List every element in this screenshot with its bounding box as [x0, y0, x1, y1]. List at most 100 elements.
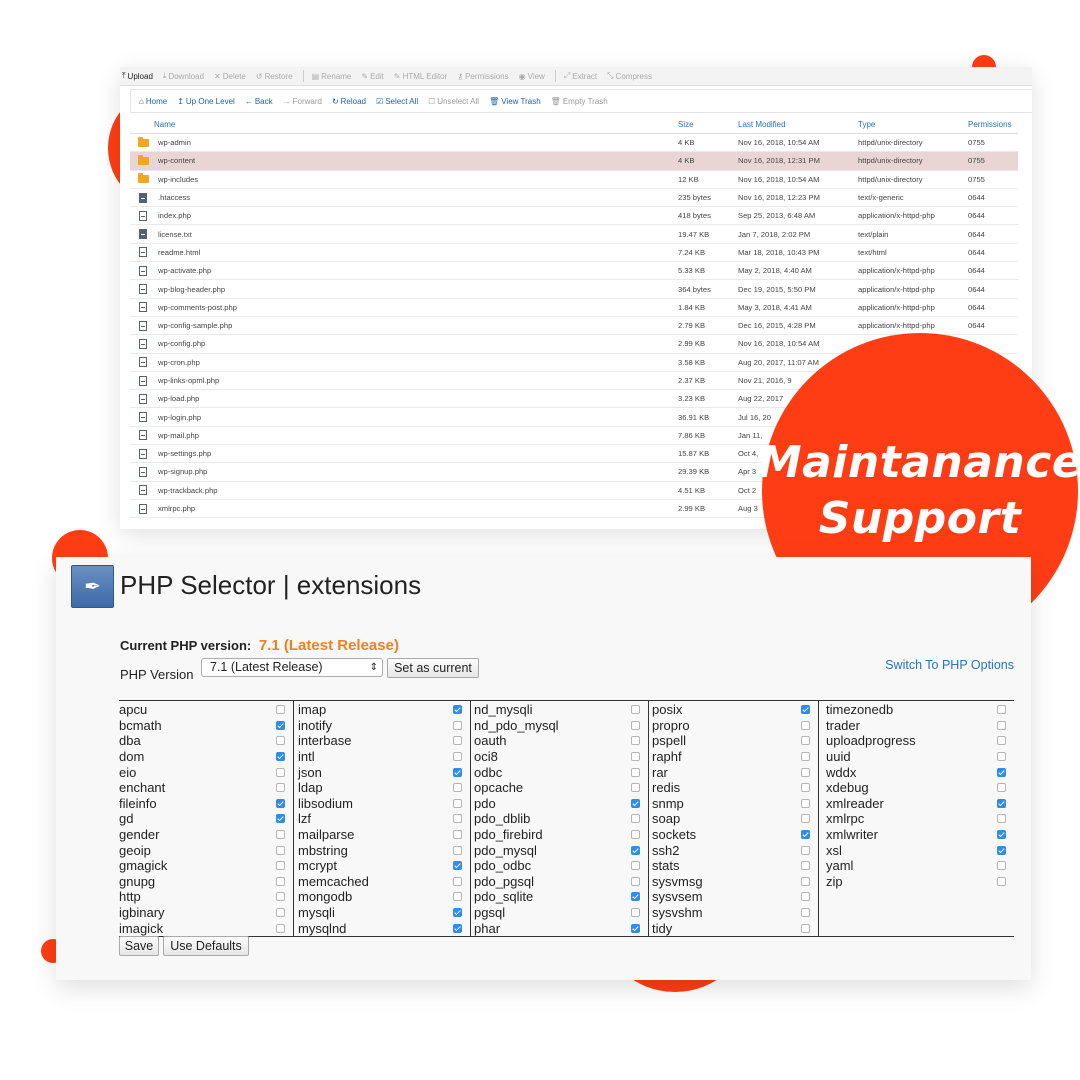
nav-unselect-all-button[interactable]: ☐ Unselect All [428, 97, 479, 106]
extension-checkbox[interactable] [453, 798, 462, 808]
file-row[interactable]: readme.html 7.24 KB Mar 18, 2018, 10:43 PM… [130, 244, 1018, 263]
extension-checkbox[interactable] [801, 767, 810, 777]
nav-up-one-level-button[interactable]: ↥ Up One Level [177, 97, 235, 106]
file-row[interactable]: wp-config-sample.php 2.79 KB Dec 16, 2015,… [130, 317, 1018, 336]
extension-checkbox[interactable] [453, 767, 462, 777]
toolbar-edit-button[interactable]: ✎ Edit [361, 72, 384, 81]
extension-checkbox[interactable] [453, 705, 462, 715]
file-row[interactable]: index.php 418 bytes Sep 25, 2013, 6:48 AM a… [130, 207, 1018, 226]
extension-checkbox[interactable] [276, 923, 285, 933]
extension-checkbox[interactable] [801, 736, 810, 746]
extension-checkbox[interactable] [997, 767, 1006, 777]
nav-view-trash-button[interactable]: 🗑 View Trash [489, 97, 541, 106]
file-row[interactable]: license.txt 19.47 KB Jan 7, 2018, 2:02 PM t… [130, 225, 1018, 244]
file-row[interactable]: wp-includes 12 KB Nov 16, 2018, 10:54 AM ht… [130, 171, 1018, 189]
file-row[interactable]: wp-content 4 KB Nov 16, 2018, 12:31 PM http… [130, 152, 1018, 171]
extension-checkbox[interactable] [997, 814, 1006, 824]
php-version-select[interactable]: 7.1 (Latest Release) ⇕ [201, 658, 383, 677]
use-defaults-button[interactable]: Use Defaults [163, 936, 249, 956]
extension-checkbox[interactable] [997, 783, 1006, 793]
extension-checkbox[interactable] [997, 861, 1006, 871]
extension-checkbox[interactable] [997, 845, 1006, 855]
extension-checkbox[interactable] [997, 876, 1006, 886]
save-button[interactable]: Save [119, 936, 159, 956]
extension-checkbox[interactable] [997, 830, 1006, 840]
extension-checkbox[interactable] [276, 720, 285, 730]
extension-checkbox[interactable] [997, 798, 1006, 808]
nav-empty-trash-button[interactable]: 🗑 Empty Trash [551, 97, 608, 106]
extension-checkbox[interactable] [801, 814, 810, 824]
extension-checkbox[interactable] [997, 736, 1006, 746]
extension-checkbox[interactable] [801, 705, 810, 715]
nav-forward-button[interactable]: → Forward [283, 97, 322, 106]
extension-checkbox[interactable] [276, 783, 285, 793]
extension-checkbox[interactable] [276, 861, 285, 871]
extension-checkbox[interactable] [801, 752, 810, 762]
toolbar-download-button[interactable]: ⤓ Download [163, 71, 204, 81]
file-row[interactable]: wp-comments-post.php 1.84 KB May 3, 2018, … [130, 299, 1018, 317]
extension-checkbox[interactable] [997, 720, 1006, 730]
file-row[interactable]: wp-activate.php 5.33 KB May 2, 2018, 4:40 … [130, 262, 1018, 281]
extension-checkbox[interactable] [276, 876, 285, 886]
nav-select-all-button[interactable]: ☑ Select All [376, 97, 418, 106]
extension-checkbox[interactable] [276, 845, 285, 855]
column-header-permissions[interactable]: Permissions [968, 120, 1018, 129]
toolbar-html-editor-button[interactable]: ✎ HTML Editor [394, 72, 447, 81]
extension-checkbox[interactable] [997, 752, 1006, 762]
toolbar-permissions-button[interactable]: ⚷ Permissions [457, 72, 508, 81]
extension-checkbox[interactable] [801, 720, 810, 730]
extension-checkbox[interactable] [631, 908, 640, 918]
extension-checkbox[interactable] [453, 720, 462, 730]
extension-checkbox[interactable] [801, 923, 810, 933]
nav-reload-button[interactable]: ↻ Reload [332, 97, 366, 106]
extension-checkbox[interactable] [453, 845, 462, 855]
extension-checkbox[interactable] [631, 892, 640, 902]
toolbar-compress-button[interactable]: ⤡ Compress [607, 71, 652, 81]
extension-checkbox[interactable] [631, 861, 640, 871]
extension-checkbox[interactable] [631, 923, 640, 933]
extension-checkbox[interactable] [631, 752, 640, 762]
extension-checkbox[interactable] [631, 830, 640, 840]
extension-checkbox[interactable] [801, 861, 810, 871]
extension-checkbox[interactable] [453, 861, 462, 871]
extension-checkbox[interactable] [276, 798, 285, 808]
toolbar-restore-button[interactable]: ↺ Restore [256, 72, 293, 81]
extension-checkbox[interactable] [276, 892, 285, 902]
toolbar-view-button[interactable]: ◉ View [519, 72, 545, 81]
extension-checkbox[interactable] [453, 814, 462, 824]
extension-checkbox[interactable] [801, 892, 810, 902]
extension-checkbox[interactable] [453, 876, 462, 886]
extension-checkbox[interactable] [276, 752, 285, 762]
file-row[interactable]: .htaccess 235 bytes Nov 16, 2018, 12:23 PM… [130, 189, 1018, 208]
extension-checkbox[interactable] [453, 752, 462, 762]
extension-checkbox[interactable] [631, 705, 640, 715]
extension-checkbox[interactable] [276, 767, 285, 777]
column-header-type[interactable]: Type [858, 120, 968, 129]
column-header-size[interactable]: Size [678, 120, 738, 129]
extension-checkbox[interactable] [631, 736, 640, 746]
extension-checkbox[interactable] [276, 908, 285, 918]
extension-checkbox[interactable] [453, 830, 462, 840]
column-header-last-modified[interactable]: Last Modified [738, 120, 858, 129]
extension-checkbox[interactable] [631, 798, 640, 808]
column-header-name[interactable]: Name [130, 120, 678, 129]
toolbar-upload-button[interactable]: ⤒ Upload [122, 71, 153, 81]
extension-checkbox[interactable] [631, 720, 640, 730]
extension-checkbox[interactable] [801, 783, 810, 793]
file-row[interactable]: wp-admin 4 KB Nov 16, 2018, 10:54 AM httpd/… [130, 134, 1018, 153]
file-row[interactable]: wp-blog-header.php 364 bytes Dec 19, 2015,… [130, 280, 1018, 299]
extension-checkbox[interactable] [997, 705, 1006, 715]
extension-checkbox[interactable] [801, 830, 810, 840]
extension-checkbox[interactable] [453, 908, 462, 918]
extension-checkbox[interactable] [631, 767, 640, 777]
set-as-current-button[interactable]: Set as current [387, 658, 479, 678]
nav-home-button[interactable]: ⌂ Home [139, 97, 167, 106]
extension-checkbox[interactable] [453, 736, 462, 746]
extension-checkbox[interactable] [276, 736, 285, 746]
extension-checkbox[interactable] [631, 876, 640, 886]
toolbar-extract-button[interactable]: ⤢ Extract [564, 71, 597, 81]
extension-checkbox[interactable] [801, 908, 810, 918]
toolbar-rename-button[interactable]: ▤ Rename [312, 72, 352, 81]
extension-checkbox[interactable] [801, 876, 810, 886]
extension-checkbox[interactable] [276, 830, 285, 840]
